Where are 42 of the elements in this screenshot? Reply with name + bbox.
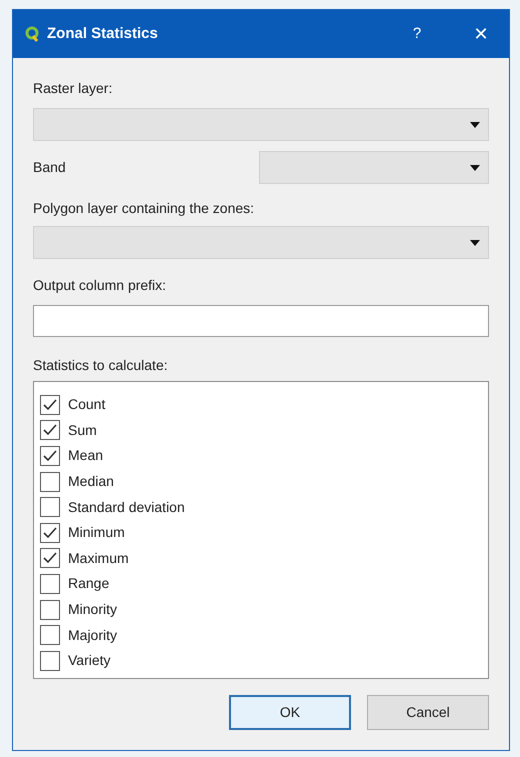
caret-icon [470, 122, 480, 128]
checkbox[interactable] [40, 472, 60, 492]
caret-icon [470, 240, 480, 246]
checkbox[interactable] [40, 600, 60, 620]
statistic-checkbox[interactable]: Count [40, 392, 114, 418]
checkbox[interactable] [40, 625, 60, 646]
statistic-checkbox[interactable]: Mean [40, 443, 112, 469]
caret-icon [470, 164, 480, 170]
ok-button[interactable]: OK [229, 695, 351, 730]
checkbox[interactable] [40, 420, 60, 440]
checkmark-icon [43, 450, 57, 462]
prefix-input-field[interactable] [33, 305, 489, 337]
statistic-checkbox[interactable]: Standard deviation [40, 494, 193, 520]
field-label: Raster layer: [33, 79, 114, 98]
checkbox[interactable] [40, 574, 60, 594]
statistic-checkbox[interactable]: Median [40, 468, 122, 494]
statistic-checkbox[interactable]: Range [40, 571, 118, 597]
field-label: Output column prefix: [33, 276, 168, 295]
checkbox[interactable] [40, 394, 60, 415]
checkmark-icon [43, 552, 57, 564]
statistic-checkbox[interactable]: Variety [40, 648, 119, 674]
checkmark-icon [43, 526, 57, 539]
close-button[interactable]: ✕ [465, 20, 497, 48]
field-label: Statistics to calculate: [33, 356, 169, 375]
checkbox[interactable] [40, 497, 60, 518]
statistic-checkbox[interactable]: Minority [40, 596, 126, 622]
statistic-checkbox[interactable]: Majority [40, 622, 126, 648]
help-button[interactable]: ? [401, 22, 433, 46]
app-logo-icon [25, 26, 39, 42]
checkbox[interactable] [40, 446, 60, 466]
statistic-checkbox[interactable]: Maximum [40, 546, 137, 572]
checkmark-icon [43, 424, 57, 436]
cancel-button[interactable]: Cancel [367, 695, 489, 730]
field-label: Band [33, 158, 67, 177]
checkbox[interactable] [40, 522, 60, 543]
field-label: Polygon layer containing the zones: [33, 199, 256, 218]
checkmark-icon [43, 398, 57, 411]
checkbox[interactable] [40, 548, 60, 568]
window-title: Zonal Statistics [47, 24, 159, 44]
statistic-checkbox[interactable]: Sum [40, 418, 105, 444]
statistic-checkbox[interactable]: Minimum [40, 520, 133, 546]
checkbox[interactable] [40, 650, 60, 671]
